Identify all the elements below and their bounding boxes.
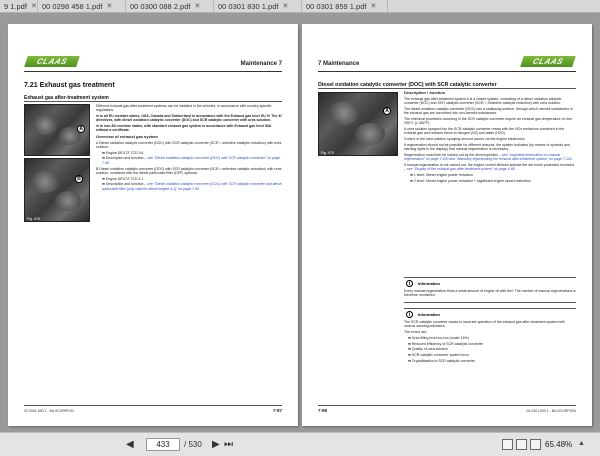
- photo-detail: [31, 171, 59, 193]
- item-a-text: A Diesel oxidation catalytic converter (…: [96, 140, 282, 149]
- paragraph: If regeneration should not be possible f…: [404, 142, 570, 152]
- engine-photo-a: A: [24, 104, 90, 156]
- close-icon[interactable]: ✕: [370, 0, 376, 13]
- footer-code: 00 0301 830 1 - BA SCORPION: [24, 409, 74, 413]
- document-viewer[interactable]: CLAAS Maintenance 7 7.21 Exhaust gas tre…: [0, 14, 600, 432]
- paragraph: The diesel oxidation catalytic converter…: [404, 106, 573, 116]
- callout-a: A: [77, 125, 85, 133]
- bullet-text: In non-EU member states, with standard e…: [96, 124, 272, 133]
- pdf-page-left: CLAAS Maintenance 7 7.21 Exhaust gas tre…: [8, 24, 298, 426]
- section-rule: [318, 88, 576, 89]
- status-bar: ◀ 433 / 530 ▶ ⏭ 65.48% ▲: [0, 432, 600, 456]
- figure-label: Fig. 479: [321, 151, 334, 155]
- info-rule: [404, 302, 576, 303]
- info-icon: i: [406, 311, 413, 318]
- footer-code: 00 0301 830 1 - BA SCORPION: [526, 409, 576, 413]
- header-rule: [318, 71, 576, 72]
- section-title: 7.21 Exhaust gas treatment: [24, 82, 115, 89]
- tab-doc-4[interactable]: 00 0301 830 1.pdf ✕: [214, 0, 302, 13]
- page-number-input[interactable]: 433: [146, 438, 180, 451]
- error-item: Reduced efficiency of SCR catalytic conv…: [411, 341, 483, 346]
- tab-doc-5[interactable]: 00 0301 859 1.pdf ✕: [302, 0, 388, 13]
- tab-label: 00 0298 458 1.pdf: [42, 2, 103, 11]
- paragraph: A urea solution sprayed into the SCR cat…: [404, 127, 565, 136]
- error-item: Crystallisation in SCR catalytic convert…: [411, 359, 475, 364]
- engine-photo: A Fig. 479: [318, 92, 398, 156]
- brand-logo: CLAAS: [520, 56, 576, 67]
- tab-label: 00 0301 859 1.pdf: [306, 2, 367, 11]
- paragraph: The exhaust gas after-treatment system A…: [404, 96, 562, 106]
- page-number: 7-98: [318, 408, 328, 413]
- zoom-level[interactable]: 65.48%: [545, 440, 572, 449]
- tab-doc-2[interactable]: 00 0298 458 1.pdf ✕: [38, 0, 126, 13]
- zoom-dropdown-icon[interactable]: ▲: [578, 440, 585, 447]
- errors-intro: The errors are:: [404, 330, 428, 335]
- figure-label: Fig. 478: [27, 217, 40, 221]
- info-text: Every manual regeneration thins a small …: [404, 289, 576, 299]
- level-item: 2 level: Diesel engine power reduction +…: [413, 179, 531, 184]
- tab-label: 00 0301 830 1.pdf: [218, 2, 279, 11]
- error-item: Urea filling level too low (under 15%): [411, 335, 469, 340]
- info-text: The SCR catalytic converter reacts to in…: [404, 320, 576, 365]
- photo-detail: [329, 101, 359, 125]
- body-text: Different exhaust gas after-treatment sy…: [96, 104, 282, 193]
- cross-reference-link[interactable]: – see "Display of the exhaust gas after-…: [404, 167, 516, 171]
- page-header: Maintenance 7: [240, 61, 282, 67]
- page-count: / 530: [184, 440, 202, 449]
- engine-photo-b: B Fig. 478: [24, 158, 90, 222]
- brand-logo: CLAAS: [24, 56, 80, 67]
- engine-text: Engine DEUTZ TCD 3.6: [105, 150, 144, 155]
- tab-label: 9 1.pdf: [4, 2, 27, 11]
- previous-page-icon[interactable]: ◀: [126, 439, 134, 450]
- desc-prefix: Description and function –: [105, 156, 148, 161]
- item-b-text: B Diesel oxidation catalytic converter (…: [96, 166, 282, 175]
- info-rule: [404, 308, 576, 309]
- close-icon[interactable]: ✕: [282, 0, 288, 13]
- tab-label: 00 0300 088 2.pdf: [130, 2, 191, 11]
- paragraph: The chemical processes occurring in the …: [404, 116, 573, 126]
- overview-heading: Overview of exhaust gas system: [96, 133, 158, 139]
- page-header: 7 Maintenance: [318, 61, 360, 67]
- callout-a: A: [383, 107, 391, 115]
- close-icon[interactable]: ✕: [31, 0, 37, 13]
- photo-detail: [33, 115, 57, 135]
- pdf-page-right: 7 Maintenance CLAAS Diesel oxidation cat…: [302, 24, 592, 426]
- subheading-rule: [24, 101, 282, 102]
- callout-b: B: [75, 175, 83, 183]
- info-rule: [404, 277, 576, 278]
- last-page-icon[interactable]: ⏭: [224, 439, 233, 450]
- two-page-view-icon[interactable]: [516, 439, 527, 450]
- info-title: Information: [418, 281, 440, 286]
- scroll-view-icon[interactable]: [530, 439, 541, 450]
- footer-rule: [24, 405, 282, 406]
- info-paragraph: Every manual regeneration thins a small …: [404, 289, 576, 298]
- close-icon[interactable]: ✕: [194, 0, 200, 13]
- body-text: Description / function The exhaust gas a…: [404, 90, 576, 185]
- photo-detail: [55, 191, 81, 211]
- next-page-icon[interactable]: ▶: [212, 439, 220, 450]
- intro-text: Different exhaust gas after-treatment sy…: [96, 104, 272, 113]
- page-number: 7-97: [272, 408, 282, 413]
- info-icon: i: [406, 280, 413, 287]
- footer-rule: [318, 405, 576, 406]
- level-item: 1 level: Diesel engine power reduction: [413, 173, 474, 178]
- subheading: Description / function: [404, 90, 446, 95]
- info-paragraph: The SCR catalytic converter reacts to in…: [404, 320, 565, 329]
- photo-detail: [355, 123, 385, 145]
- single-page-view-icon[interactable]: [502, 439, 513, 450]
- error-item: SCR catalytic converter system error: [411, 353, 469, 358]
- tab-doc-1[interactable]: 9 1.pdf ✕: [0, 0, 38, 13]
- close-icon[interactable]: ✕: [106, 0, 112, 13]
- info-title: Information: [418, 312, 440, 317]
- tab-doc-3[interactable]: 00 0300 088 2.pdf ✕: [126, 0, 214, 13]
- error-item: Quality of urea solution: [411, 347, 448, 352]
- bullet-text: In all EU member states, USA, Canada and…: [96, 114, 282, 123]
- engine-text: Engine DEUTZ TCD 4.1: [105, 176, 144, 181]
- paragraph: Control of the urea solution spraying am…: [404, 137, 526, 142]
- header-rule: [24, 71, 282, 72]
- tab-bar: 9 1.pdf ✕ 00 0298 458 1.pdf ✕ 00 0300 088 …: [0, 0, 600, 13]
